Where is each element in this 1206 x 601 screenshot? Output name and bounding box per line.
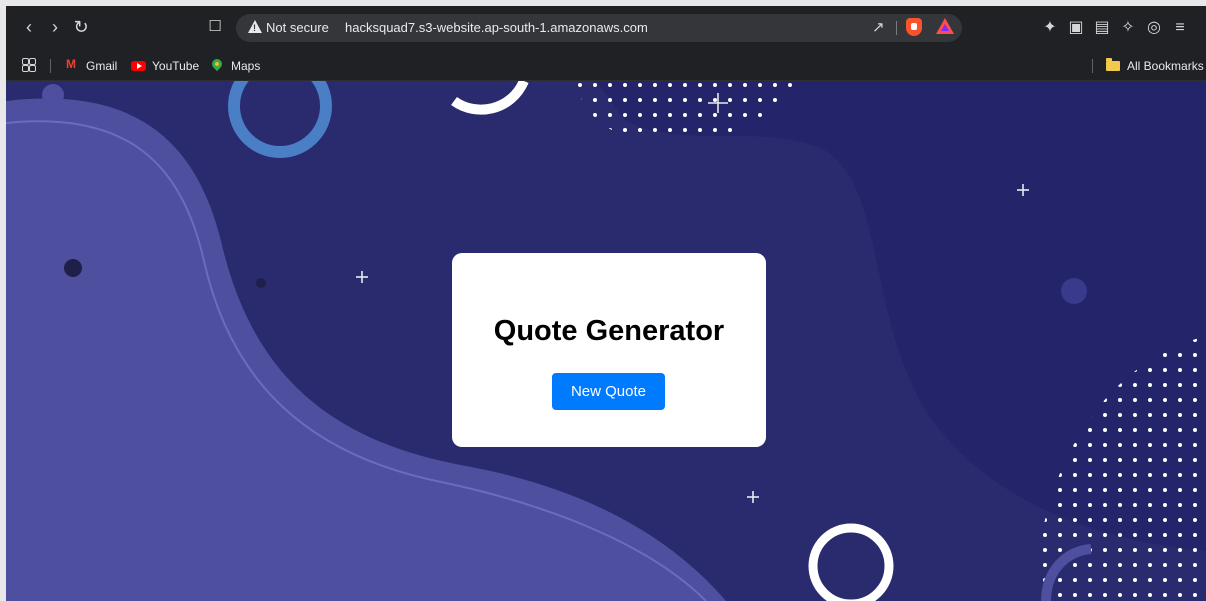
forward-icon[interactable]: ›: [44, 16, 66, 38]
extensions-icon[interactable]: ✦: [1040, 18, 1060, 38]
page-title: Quote Generator: [493, 315, 725, 347]
brave-rewards-icon[interactable]: [936, 18, 954, 34]
bookmarks-divider: [50, 59, 51, 73]
back-icon[interactable]: ‹: [18, 16, 40, 38]
folder-icon[interactable]: [1106, 58, 1120, 71]
vpn-icon[interactable]: ◎: [1144, 18, 1164, 38]
leo-ai-icon[interactable]: ✧: [1118, 18, 1138, 38]
bookmark-maps[interactable]: Maps: [231, 57, 260, 75]
all-bookmarks[interactable]: All Bookmarks: [1127, 57, 1204, 75]
menu-icon[interactable]: ≡: [1170, 18, 1190, 38]
omnibox-divider: [896, 21, 897, 35]
share-icon[interactable]: ↗: [872, 19, 890, 37]
maps-icon[interactable]: [209, 56, 225, 72]
sidebar-icon[interactable]: ▣: [1066, 18, 1086, 38]
security-label[interactable]: Not secure: [266, 20, 329, 35]
bookmark-youtube[interactable]: YouTube: [152, 57, 199, 75]
brave-shields-icon[interactable]: [906, 18, 922, 36]
quote-card: Quote Generator New Quote: [452, 253, 766, 447]
address-bar[interactable]: Not secure hacksquad7.s3-website.ap-sout…: [236, 14, 962, 42]
bookmarks-bar: Gmail YouTube Maps All Bookmarks: [6, 50, 1206, 81]
bookmark-gmail[interactable]: Gmail: [86, 57, 117, 75]
gmail-icon[interactable]: [66, 57, 78, 71]
new-quote-button[interactable]: New Quote: [552, 373, 665, 410]
warning-icon[interactable]: [248, 20, 262, 33]
url-text[interactable]: hacksquad7.s3-website.ap-south-1.amazona…: [345, 20, 648, 35]
browser-window: ‹ › ↻ ☐ Not secure hacksquad7.s3-website…: [6, 6, 1206, 601]
wallet-icon[interactable]: ▤: [1092, 18, 1112, 38]
page-viewport: Quote Generator New Quote: [6, 81, 1206, 601]
reload-icon[interactable]: ↻: [70, 16, 92, 38]
browser-toolbar: ‹ › ↻ ☐ Not secure hacksquad7.s3-website…: [6, 6, 1206, 50]
bookmark-icon[interactable]: ☐: [204, 16, 226, 38]
youtube-icon[interactable]: [131, 61, 146, 71]
bookmarks-divider: [1092, 59, 1093, 73]
apps-grid-icon[interactable]: [22, 58, 36, 72]
